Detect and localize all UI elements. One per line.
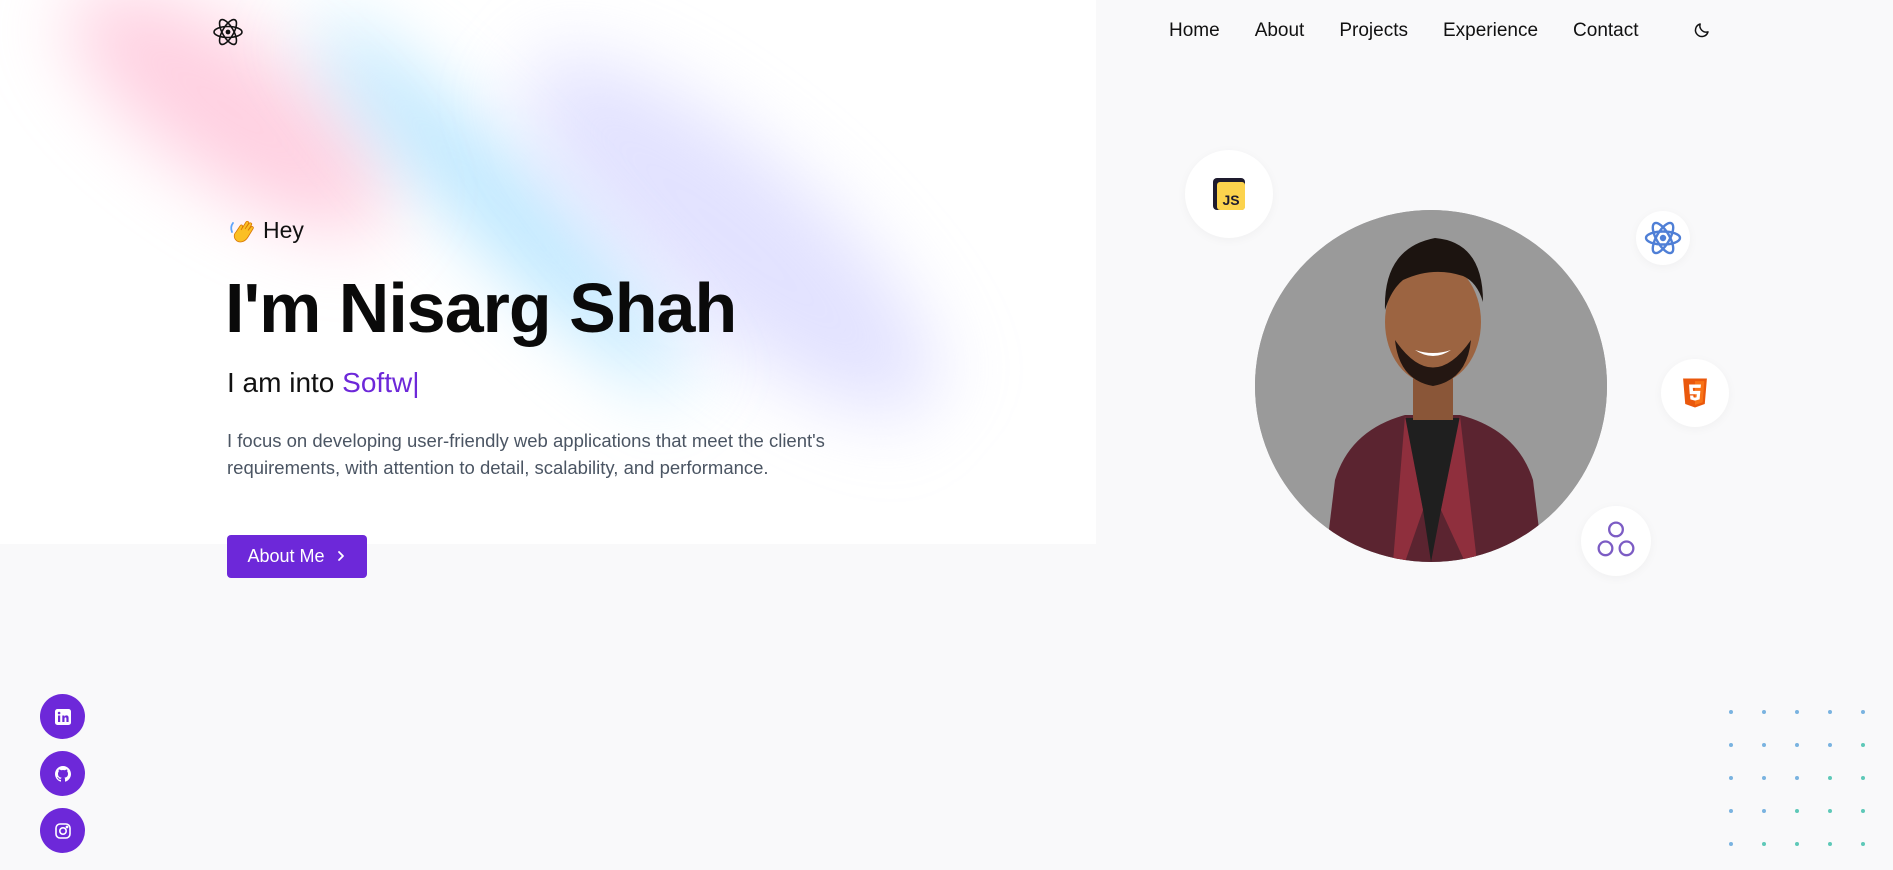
instagram-icon[interactable]	[40, 808, 85, 853]
decorative-dot	[1828, 842, 1832, 846]
typing-cursor: |	[412, 367, 420, 398]
decorative-dot	[1861, 743, 1865, 747]
decorative-dot	[1762, 842, 1766, 846]
role-line: I am into Softw|	[227, 367, 419, 399]
decorative-dot	[1861, 776, 1865, 780]
about-me-label: About Me	[247, 546, 325, 566]
decorative-dot	[1762, 743, 1766, 747]
linkedin-icon[interactable]	[40, 694, 85, 739]
nav-link-experience[interactable]: Experience	[1443, 20, 1538, 42]
decorative-dot	[1861, 842, 1865, 846]
intro-text: I focus on developing user-friendly web …	[227, 430, 825, 478]
nav-links: Home About Projects Experience Contact	[1169, 20, 1639, 42]
about-me-button[interactable]: About Me	[227, 535, 367, 578]
decorative-dot	[1729, 743, 1733, 747]
svg-text:JS: JS	[1222, 192, 1239, 208]
decorative-dot	[1795, 809, 1799, 813]
chevron-right-icon	[335, 546, 347, 567]
greeting: Hey	[227, 214, 304, 246]
nav-link-about[interactable]: About	[1255, 20, 1305, 42]
decorative-dot	[1828, 743, 1832, 747]
decorative-dot	[1828, 710, 1832, 714]
decorative-dot	[1729, 776, 1733, 780]
decorative-dot-grid	[1729, 710, 1865, 846]
nav-link-home[interactable]: Home	[1169, 20, 1220, 42]
javascript-icon: JS	[1185, 150, 1273, 238]
role-prefix: I am into	[227, 367, 343, 398]
decorative-dot	[1795, 842, 1799, 846]
greeting-text: Hey	[263, 216, 304, 243]
decorative-dot	[1795, 743, 1799, 747]
decorative-dot	[1828, 809, 1832, 813]
decorative-dot	[1762, 710, 1766, 714]
decorative-dot	[1729, 809, 1733, 813]
waving-hand-icon	[227, 214, 259, 246]
decorative-dot	[1729, 710, 1733, 714]
decorative-dot	[1795, 776, 1799, 780]
profile-photo	[1255, 210, 1607, 562]
decorative-dot	[1729, 842, 1733, 846]
react-icon	[1636, 211, 1690, 265]
atom-icon[interactable]	[212, 16, 244, 48]
graphql-icon	[1581, 506, 1651, 576]
decorative-dot	[1795, 710, 1799, 714]
decorative-dot	[1762, 776, 1766, 780]
html5-icon	[1661, 359, 1729, 427]
navbar: Home About Projects Experience Contact	[0, 0, 1893, 64]
headline: I'm Nisarg Shah	[225, 269, 737, 347]
nav-link-projects[interactable]: Projects	[1339, 20, 1408, 42]
decorative-dot	[1762, 809, 1766, 813]
nav-link-contact[interactable]: Contact	[1573, 20, 1638, 42]
moon-icon[interactable]	[1693, 21, 1711, 39]
typed-role: Softw	[342, 367, 413, 398]
decorative-dot	[1861, 710, 1865, 714]
decorative-dot	[1828, 776, 1832, 780]
decorative-dot	[1861, 809, 1865, 813]
github-icon[interactable]	[40, 751, 85, 796]
